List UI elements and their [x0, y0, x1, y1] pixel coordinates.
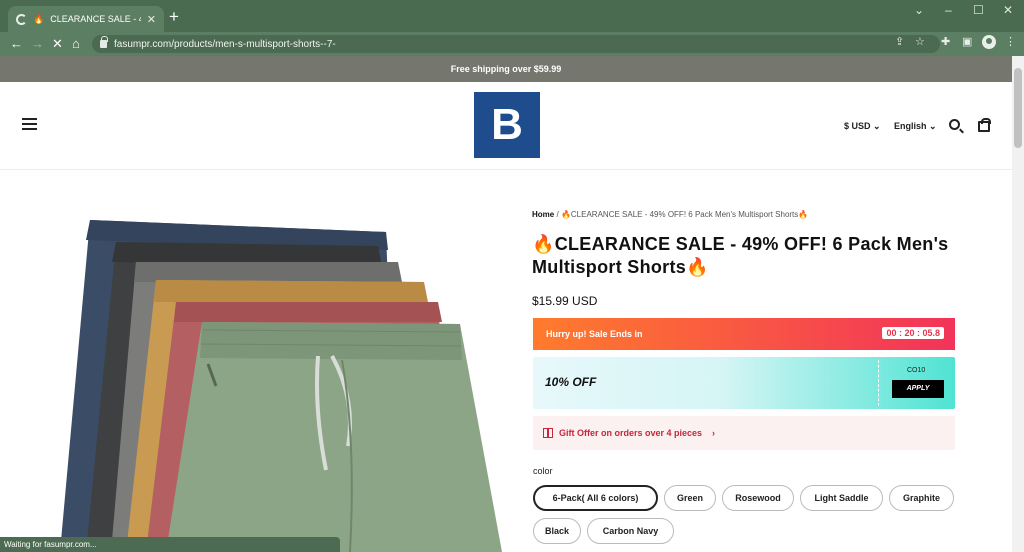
- coupon-apply-button[interactable]: APPLY: [892, 380, 944, 398]
- loading-spinner-icon: [16, 13, 27, 25]
- chevron-down-icon: ⌄: [873, 121, 881, 131]
- sale-countdown-banner: Hurry up! Sale Ends in 00 : 20 : 05.8: [533, 318, 955, 350]
- menu-icon[interactable]: [22, 118, 37, 130]
- color-option-carbon-navy[interactable]: Carbon Navy: [587, 518, 674, 544]
- minimize-icon[interactable]: –: [945, 3, 952, 17]
- lock-icon: [100, 36, 108, 48]
- chevron-right-icon: ›: [712, 428, 716, 438]
- chevron-down-icon[interactable]: ⌄: [914, 3, 924, 17]
- forward-arrow-icon[interactable]: →: [31, 36, 44, 52]
- browser-toolbar: ← → ✕ ⌂ fasumpr.com/products/men-s-multi…: [0, 32, 1024, 56]
- gift-icon: [543, 428, 553, 438]
- stop-loading-icon[interactable]: ✕: [52, 36, 63, 52]
- scrollbar-thumb[interactable]: [1014, 68, 1022, 148]
- browser-tab[interactable]: 🔥 CLEARANCE SALE - 49% OFF! ✕: [8, 6, 164, 32]
- currency-selector[interactable]: $ USD ⌄: [844, 121, 881, 132]
- currency-label: $ USD: [844, 121, 871, 131]
- window-close-icon[interactable]: ✕: [1003, 3, 1013, 17]
- tab-title: CLEARANCE SALE - 49% OFF!: [50, 14, 141, 24]
- address-bar[interactable]: fasumpr.com/products/men-s-multisport-sh…: [92, 35, 940, 53]
- side-panel-icon[interactable]: ▣: [962, 35, 972, 48]
- tab-favicon: 🔥: [33, 13, 45, 24]
- color-option-rosewood[interactable]: Rosewood: [722, 485, 794, 511]
- chevron-down-icon: ⌄: [929, 121, 937, 131]
- profile-avatar-icon[interactable]: [982, 35, 996, 49]
- page-scrollbar[interactable]: [1012, 56, 1024, 552]
- tab-close-icon[interactable]: ✕: [147, 13, 156, 26]
- announcement-bar: Free shipping over $59.99: [0, 56, 1012, 82]
- cart-bag-icon[interactable]: [978, 118, 991, 132]
- product-price: $15.99 USD: [532, 294, 598, 308]
- home-icon[interactable]: ⌂: [72, 36, 80, 52]
- browser-tab-strip: 🔥 CLEARANCE SALE - 49% OFF! ✕ + ⌄ – ☐ ✕: [0, 0, 1024, 32]
- site-logo[interactable]: B: [474, 92, 540, 158]
- browser-status-bar: Waiting for fasumpr.com...: [0, 537, 340, 552]
- search-icon[interactable]: [949, 119, 960, 130]
- coupon-code: CO10: [907, 367, 926, 374]
- language-selector[interactable]: English ⌄: [894, 121, 937, 132]
- countdown-label: Hurry up! Sale Ends in: [546, 329, 643, 339]
- product-title: 🔥CLEARANCE SALE - 49% OFF! 6 Pack Men's …: [532, 234, 949, 277]
- product-image[interactable]: [56, 210, 506, 552]
- color-option-green[interactable]: Green: [664, 485, 716, 511]
- color-option-label: color: [533, 466, 553, 476]
- gift-offer-text: Gift Offer on orders over 4 pieces: [559, 428, 703, 438]
- site-header: B $ USD ⌄ English ⌄: [0, 82, 1012, 170]
- breadcrumb-current: 🔥CLEARANCE SALE - 49% OFF! 6 Pack Men's …: [560, 210, 809, 219]
- color-option-light-saddle[interactable]: Light Saddle: [800, 485, 883, 511]
- breadcrumb-home-link[interactable]: Home: [532, 210, 554, 219]
- extensions-puzzle-icon[interactable]: ✚: [941, 35, 950, 48]
- coupon-divider: [878, 360, 879, 406]
- language-label: English: [894, 121, 927, 131]
- back-arrow-icon[interactable]: ←: [10, 36, 23, 52]
- breadcrumb: Home / 🔥CLEARANCE SALE - 49% OFF! 6 Pack…: [532, 210, 808, 219]
- maximize-icon[interactable]: ☐: [973, 3, 984, 17]
- countdown-timer: 00 : 20 : 05.8: [882, 327, 944, 339]
- share-icon[interactable]: ⇪: [895, 35, 904, 48]
- color-option-black[interactable]: Black: [533, 518, 581, 544]
- color-option-6-pack[interactable]: 6-Pack( All 6 colors): [533, 485, 658, 511]
- coupon-card: 10% OFF CO10 APPLY: [533, 357, 955, 409]
- url-text: fasumpr.com/products/men-s-multisport-sh…: [114, 38, 336, 50]
- bookmark-star-icon[interactable]: ☆: [915, 35, 925, 48]
- gift-offer-link[interactable]: Gift Offer on orders over 4 pieces ›: [533, 416, 955, 450]
- breadcrumb-separator: /: [556, 210, 559, 219]
- more-menu-icon[interactable]: ⋮: [1005, 35, 1016, 48]
- color-option-graphite[interactable]: Graphite: [889, 485, 954, 511]
- new-tab-icon[interactable]: +: [169, 8, 179, 25]
- coupon-discount: 10% OFF: [545, 375, 597, 389]
